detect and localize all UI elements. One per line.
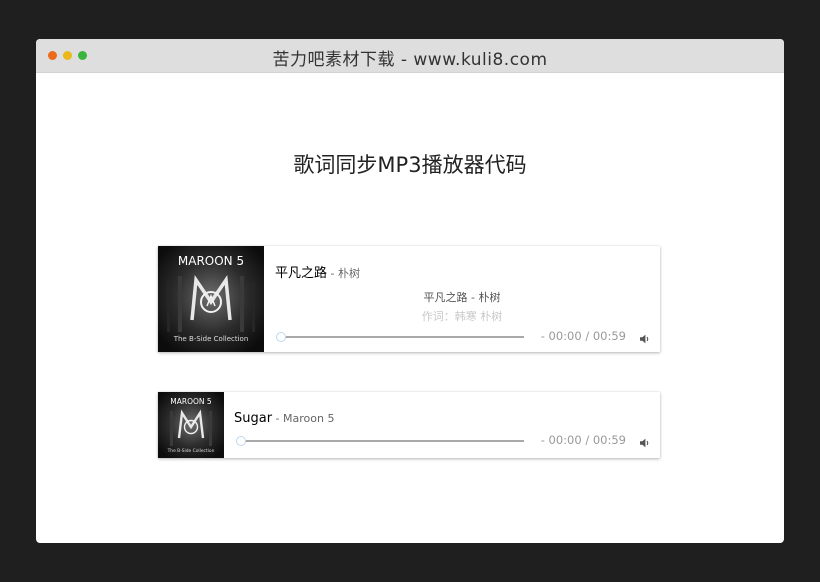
player-controls: - 00:00 / 00:59 — [234, 432, 652, 448]
progress-thumb[interactable] — [236, 436, 246, 446]
album-cover: MAROON 5 The B-Side Collection — [158, 246, 264, 352]
song-artist: 朴树 — [337, 267, 360, 280]
album-band-name: MAROON 5 — [178, 254, 244, 268]
page-title: 歌词同步MP3播放器代码 — [293, 153, 527, 177]
song-separator: - — [272, 412, 284, 425]
lyric-line-current: 平凡之路 - 朴树 — [423, 291, 501, 304]
audio-player: MAROON 5 The B-Side Collection Sugar - M… — [158, 392, 660, 458]
browser-window: 苦力吧素材下载 - www.kuli8.com 歌词同步MP3播放器代码 MAR… — [36, 39, 784, 543]
time-display: - 00:00 / 00:59 — [540, 329, 626, 343]
progress-bar[interactable] — [276, 332, 524, 342]
window-titlebar: 苦力吧素材下载 - www.kuli8.com — [36, 39, 784, 73]
volume-icon[interactable] — [639, 330, 651, 344]
album-subtitle: The B-Side Collection — [167, 448, 215, 454]
window-title: 苦力吧素材下载 - www.kuli8.com — [272, 50, 548, 70]
progress-bar[interactable] — [236, 436, 524, 446]
song-separator: - — [327, 267, 338, 280]
player-controls: - 00:00 / 00:59 — [274, 328, 652, 344]
lyric-line-next: 作词：韩寒 朴树 — [421, 310, 503, 323]
time-display: - 00:00 / 00:59 — [540, 433, 626, 447]
album-band-name: MAROON 5 — [170, 397, 212, 406]
song-info: Sugar - Maroon 5 — [234, 407, 334, 426]
album-cover-art: MAROON 5 The B-Side Collection — [158, 246, 264, 352]
audio-player: MAROON 5 The B-Side Collection 平凡之路 - 朴树… — [158, 246, 660, 352]
album-cover: MAROON 5 The B-Side Collection — [158, 392, 224, 458]
progress-thumb[interactable] — [276, 332, 286, 342]
song-title: 平凡之路 — [275, 266, 328, 281]
album-subtitle: The B-Side Collection — [173, 335, 249, 343]
volume-icon[interactable] — [639, 434, 651, 448]
song-info: 平凡之路 - 朴树 — [275, 262, 360, 281]
song-title: Sugar — [234, 411, 273, 426]
song-artist: Maroon 5 — [283, 412, 335, 425]
lyrics-panel: 平凡之路 - 朴树 作词：韩寒 朴树 — [264, 288, 660, 326]
album-cover-art: MAROON 5 The B-Side Collection — [158, 392, 224, 458]
